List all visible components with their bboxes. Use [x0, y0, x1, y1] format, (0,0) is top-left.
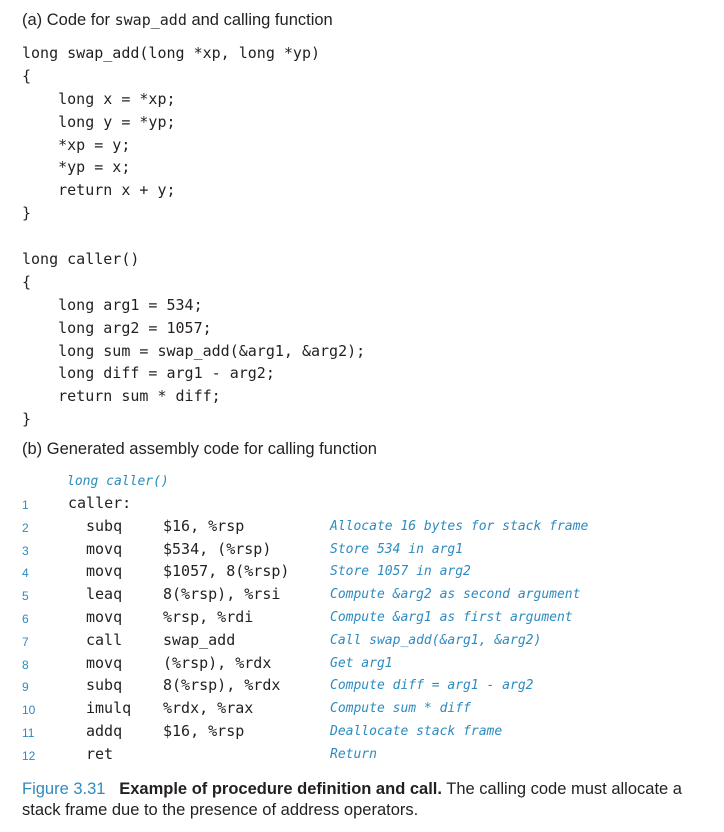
- line-number: 6: [22, 612, 29, 626]
- asm-opcode: movq: [86, 562, 123, 581]
- section-b-heading: (b) Generated assembly code for calling …: [22, 440, 377, 458]
- asm-line: 11 addq $16, %rsp Deallocate stack frame: [0, 721, 724, 744]
- line-number: 1: [22, 498, 29, 512]
- line-number: 7: [22, 634, 29, 649]
- asm-comment: Call swap_add(&arg1, &arg2): [330, 632, 542, 648]
- asm-operands: $16, %rsp: [163, 722, 245, 740]
- figure-caption: Figure 3.31 Example of procedure definit…: [22, 779, 702, 821]
- code-block-c: long swap_add(long *xp, long *yp) { long …: [22, 42, 365, 431]
- code-line: }: [22, 204, 32, 223]
- asm-comment: Compute &arg2 as second argument: [330, 587, 581, 603]
- code-line: *yp = x;: [22, 158, 131, 177]
- asm-opcode: leaq: [86, 585, 123, 604]
- section-a-label-tail: and calling function: [186, 11, 333, 29]
- asm-line: 1 caller:: [0, 493, 724, 516]
- asm-line: 3 movq $534, (%rsp) Store 534 in arg1: [0, 539, 724, 562]
- asm-line: 5 leaq 8(%rsp), %rsi Compute &arg2 as secon…: [0, 584, 724, 607]
- code-line: }: [22, 410, 32, 429]
- line-number: 10: [22, 703, 36, 718]
- asm-opcode: subq: [86, 676, 123, 695]
- line-number: 5: [22, 589, 29, 604]
- asm-operands: $534, (%rsp): [163, 539, 272, 558]
- line-number: 11: [22, 726, 35, 740]
- code-line: long arg1 = 534;: [22, 295, 203, 314]
- asm-line: 7 call swap_add Call swap_add(&arg1, &arg2): [0, 630, 724, 653]
- code-line: long diff = arg1 - arg2;: [22, 364, 275, 383]
- section-a-heading: (a) Code for swap_add and calling functi…: [22, 11, 333, 30]
- line-number: 12: [22, 748, 36, 763]
- asm-opcode: ret: [86, 744, 114, 763]
- asm-opcode: subq: [86, 516, 123, 535]
- asm-comment: Return: [330, 746, 377, 762]
- code-line: {: [22, 272, 32, 291]
- asm-comment: Store 534 in arg1: [330, 541, 464, 557]
- section-a-label-code: swap_add: [114, 11, 187, 29]
- asm-operands: %rdx, %rax: [163, 699, 254, 718]
- asm-comment: Allocate 16 bytes for stack frame: [330, 518, 589, 534]
- asm-function-comment: long caller(): [67, 474, 169, 489]
- asm-line: 4 movq $1057, 8(%rsp) Store 1057 in arg2: [0, 561, 724, 584]
- asm-operands: $16, %rsp: [163, 516, 245, 535]
- asm-comment: Compute sum * diff: [330, 701, 471, 717]
- code-line: long caller(): [22, 250, 140, 269]
- asm-opcode: movq: [86, 608, 123, 626]
- line-number: 9: [22, 680, 29, 695]
- asm-opcode: movq: [86, 653, 123, 672]
- asm-opcode: movq: [86, 539, 123, 558]
- asm-operands: 8(%rsp), %rsi: [163, 585, 281, 604]
- asm-line: 2 subq $16, %rsp Allocate 16 bytes for stac…: [0, 516, 724, 539]
- caption-title: Example of procedure definition and call…: [119, 780, 442, 798]
- line-number: 3: [22, 543, 29, 558]
- code-line: long x = *xp;: [22, 89, 176, 108]
- code-line: return x + y;: [22, 181, 176, 200]
- asm-line: 12 ret Return: [0, 744, 724, 767]
- code-line: long sum = swap_add(&arg1, &arg2);: [22, 341, 366, 360]
- figure-number: Figure 3.31: [22, 780, 106, 798]
- asm-label: caller:: [68, 494, 132, 512]
- code-line: *xp = y;: [22, 135, 131, 154]
- code-line: long arg2 = 1057;: [22, 318, 212, 337]
- asm-opcode: call: [86, 630, 123, 649]
- asm-operands: %rsp, %rdi: [163, 608, 254, 626]
- asm-comment: Deallocate stack frame: [330, 724, 503, 739]
- asm-operands: (%rsp), %rdx: [163, 653, 272, 672]
- asm-opcode: addq: [86, 722, 123, 740]
- asm-comment: Compute &arg1 as first argument: [330, 610, 573, 625]
- asm-comment: Compute diff = arg1 - arg2: [330, 678, 534, 694]
- asm-comment: Get arg1: [330, 655, 393, 671]
- asm-line: 10 imulq %rdx, %rax Compute sum * diff: [0, 698, 724, 721]
- asm-opcode: imulq: [86, 699, 132, 718]
- code-line: {: [22, 66, 32, 85]
- asm-line: 8 movq (%rsp), %rdx Get arg1: [0, 653, 724, 676]
- code-line: return sum * diff;: [22, 387, 221, 406]
- code-line: long y = *yp;: [22, 112, 176, 131]
- asm-operands: $1057, 8(%rsp): [163, 562, 290, 581]
- code-line: long swap_add(long *xp, long *yp): [22, 44, 321, 62]
- line-number: 4: [22, 566, 29, 581]
- line-number: 8: [22, 657, 29, 672]
- line-number: 2: [22, 520, 29, 535]
- asm-comment: Store 1057 in arg2: [330, 564, 471, 580]
- asm-operands: swap_add: [163, 630, 236, 649]
- asm-line: 9 subq 8(%rsp), %rdx Compute diff = arg1 - …: [0, 675, 724, 698]
- asm-line: 6 movq %rsp, %rdi Compute &arg1 as first ar…: [0, 607, 724, 630]
- asm-operands: 8(%rsp), %rdx: [163, 676, 281, 695]
- section-a-label: (a) Code for: [22, 11, 115, 29]
